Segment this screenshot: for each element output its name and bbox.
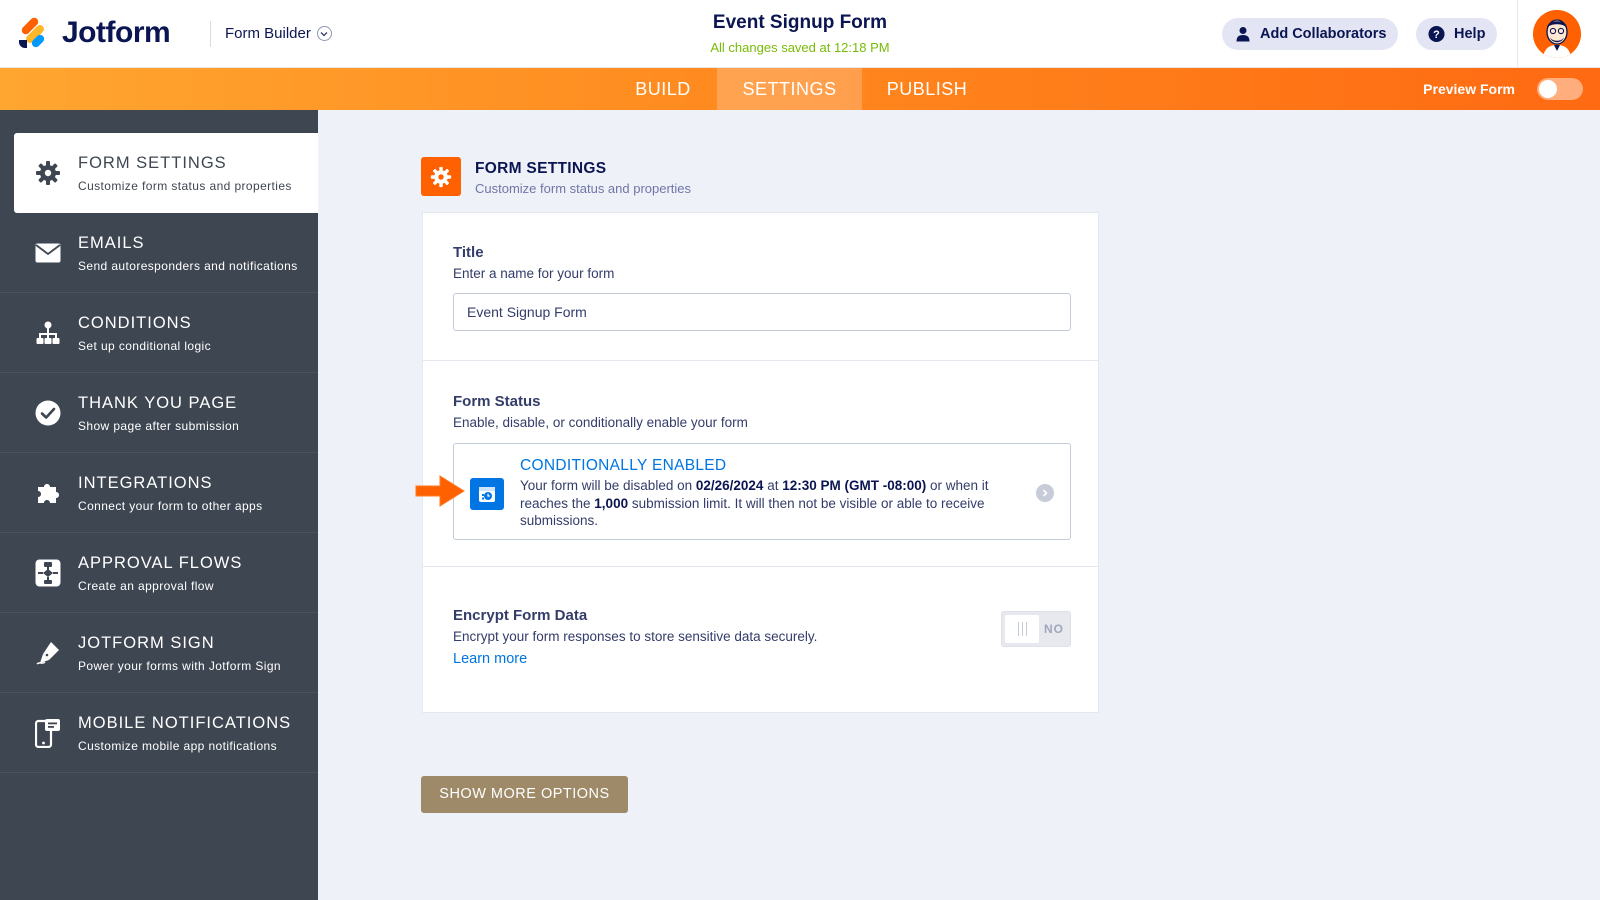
jotform-logo[interactable]: Jotform xyxy=(18,16,171,50)
encrypt-toggle[interactable]: NO xyxy=(1001,611,1071,647)
svg-text:?: ? xyxy=(1433,29,1440,41)
gear-icon xyxy=(421,157,461,196)
sidebar-item-title: CONDITIONS xyxy=(78,314,192,332)
brand-name: Jotform xyxy=(62,16,171,49)
form-builder-dropdown[interactable]: Form Builder xyxy=(225,25,332,42)
encrypt-section: Encrypt Form Data Encrypt your form resp… xyxy=(423,567,1098,713)
pointer-arrow-icon xyxy=(414,472,466,515)
form-title[interactable]: Event Signup Form xyxy=(600,12,1000,34)
sidebar-item-subtitle: Power your forms with Jotform Sign xyxy=(78,659,281,673)
builder-tab-bar: BUILD SETTINGS PUBLISH Preview Form xyxy=(0,68,1600,110)
show-more-options-button[interactable]: SHOW MORE OPTIONS xyxy=(421,776,628,813)
gear-icon xyxy=(34,159,62,187)
sidebar-item-conditions[interactable]: CONDITIONS Set up conditional logic xyxy=(0,293,318,373)
sidebar-item-thank-you-page[interactable]: THANK YOU PAGE Show page after submissio… xyxy=(0,373,318,453)
sidebar-item-emails[interactable]: EMAILS Send autoresponders and notificat… xyxy=(0,213,318,293)
sidebar-item-subtitle: Customize mobile app notifications xyxy=(78,739,278,753)
user-icon xyxy=(1234,26,1251,43)
status-desc-text: Your form will be disabled on xyxy=(520,478,696,493)
disable-time: 12:30 PM (GMT -08:00) xyxy=(782,478,927,493)
encrypt-help: Encrypt your form responses to store sen… xyxy=(453,629,818,644)
approval-flow-icon xyxy=(34,559,62,587)
form-status-section: Form Status Enable, disable, or conditio… xyxy=(423,361,1098,567)
sidebar-item-mobile-notifications[interactable]: MOBILE NOTIFICATIONS Customize mobile ap… xyxy=(0,693,318,773)
toggle-handle xyxy=(1005,615,1039,643)
form-status-label: Form Status xyxy=(453,393,541,410)
mobile-notification-icon xyxy=(34,719,62,748)
form-status-description: Your form will be disabled on 02/26/2024… xyxy=(520,477,1015,530)
preview-form-toggle[interactable] xyxy=(1537,78,1583,100)
form-title-block: Event Signup Form All changes saved at 1… xyxy=(600,12,1000,55)
learn-more-link[interactable]: Learn more xyxy=(453,651,527,667)
add-collaborators-label: Add Collaborators xyxy=(1260,26,1387,42)
form-status-selector[interactable]: CONDITIONALLY ENABLED Your form will be … xyxy=(453,443,1071,540)
sidebar-item-title: FORM SETTINGS xyxy=(78,154,227,172)
submission-limit: 1,000 xyxy=(594,495,629,511)
sidebar-item-subtitle: Set up conditional logic xyxy=(78,339,212,353)
header-divider xyxy=(210,21,211,47)
settings-sidebar: FORM SETTINGS Customize form status and … xyxy=(0,110,318,900)
puzzle-icon xyxy=(34,479,62,507)
question-circle-icon: ? xyxy=(1428,25,1445,43)
sidebar-item-subtitle: Connect your form to other apps xyxy=(78,499,263,513)
sidebar-item-subtitle: Create an approval flow xyxy=(78,579,214,593)
save-status: All changes saved at 12:18 PM xyxy=(710,40,890,55)
pen-nib-icon xyxy=(34,639,62,667)
section-title: FORM SETTINGS xyxy=(475,160,607,177)
account-area xyxy=(1517,0,1600,68)
sidebar-item-title: APPROVAL FLOWS xyxy=(78,554,243,572)
envelope-icon xyxy=(34,239,62,267)
form-settings-card: Title Enter a name for your form Event S… xyxy=(422,212,1099,713)
check-circle-icon xyxy=(34,399,62,427)
sidebar-item-title: EMAILS xyxy=(78,234,145,252)
chevron-right-icon xyxy=(1036,484,1054,502)
jotform-logo-mark-icon xyxy=(18,16,48,49)
sidebar-item-subtitle: Customize form status and properties xyxy=(78,179,292,193)
sidebar-item-title: MOBILE NOTIFICATIONS xyxy=(78,714,292,732)
encrypt-label: Encrypt Form Data xyxy=(453,607,588,624)
top-header: Jotform Form Builder Event Signup Form A… xyxy=(0,0,1600,68)
toggle-knob xyxy=(1539,80,1557,98)
title-section: Title Enter a name for your form Event S… xyxy=(423,213,1098,361)
tab-publish[interactable]: PUBLISH xyxy=(872,68,982,110)
form-title-input[interactable]: Event Signup Form xyxy=(453,293,1071,331)
hierarchy-icon xyxy=(34,319,62,347)
sidebar-item-title: THANK YOU PAGE xyxy=(78,394,238,412)
sidebar-item-title: INTEGRATIONS xyxy=(78,474,213,492)
sidebar-item-jotform-sign[interactable]: JOTFORM SIGN Power your forms with Jotfo… xyxy=(0,613,318,693)
sidebar-item-title: JOTFORM SIGN xyxy=(78,634,215,652)
toggle-state-label: NO xyxy=(1044,622,1064,636)
title-help: Enter a name for your form xyxy=(453,266,615,281)
form-builder-label: Form Builder xyxy=(225,25,311,42)
status-desc-text: at xyxy=(763,478,783,493)
help-button[interactable]: ? Help xyxy=(1416,18,1498,50)
sidebar-item-approval-flows[interactable]: APPROVAL FLOWS Create an approval flow xyxy=(0,533,318,613)
help-label: Help xyxy=(1454,26,1486,42)
title-label: Title xyxy=(453,244,484,261)
tab-settings[interactable]: SETTINGS xyxy=(717,68,862,110)
avatar[interactable] xyxy=(1533,10,1581,58)
form-status-value: CONDITIONALLY ENABLED xyxy=(520,457,727,474)
preview-form-label: Preview Form xyxy=(1423,81,1515,97)
add-collaborators-button[interactable]: Add Collaborators xyxy=(1222,18,1399,50)
form-status-help: Enable, disable, or conditionally enable… xyxy=(453,415,748,430)
disable-date: 02/26/2024 xyxy=(695,478,764,493)
sidebar-item-integrations[interactable]: INTEGRATIONS Connect your form to other … xyxy=(0,453,318,533)
tab-build[interactable]: BUILD xyxy=(613,68,713,110)
section-subtitle: Customize form status and properties xyxy=(475,181,692,196)
calendar-clock-icon xyxy=(470,478,504,510)
sidebar-item-form-settings[interactable]: FORM SETTINGS Customize form status and … xyxy=(14,133,318,213)
sidebar-item-subtitle: Send autoresponders and notifications xyxy=(78,259,298,273)
chevron-down-icon xyxy=(316,26,332,41)
sidebar-item-subtitle: Show page after submission xyxy=(78,419,240,433)
